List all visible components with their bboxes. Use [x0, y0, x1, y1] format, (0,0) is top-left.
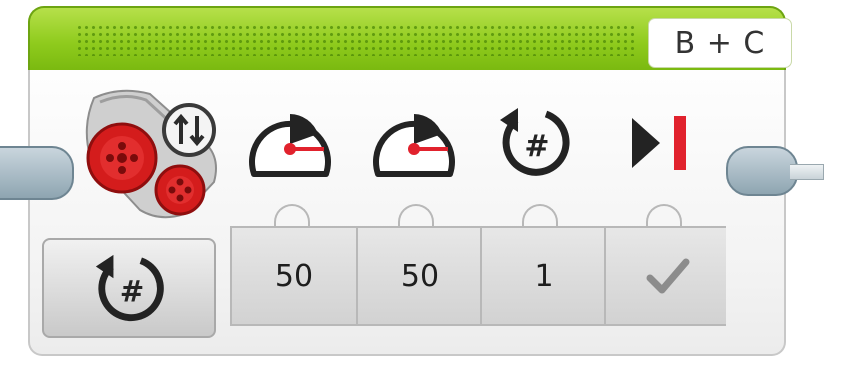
parameter-bar: 50 50 1 — [230, 226, 726, 326]
rotations-icon: # — [95, 254, 164, 322]
svg-text:#: # — [524, 129, 549, 164]
mode-selector-button[interactable]: # — [42, 238, 216, 338]
port-selector[interactable]: B + C — [648, 18, 792, 68]
rotations-input[interactable]: 1 — [480, 228, 606, 324]
rotations-icon: # — [500, 108, 570, 176]
brake-at-end-checkbox[interactable] — [604, 228, 730, 324]
checkmark-icon — [646, 258, 690, 294]
power-left-input[interactable]: 50 — [232, 228, 356, 324]
brake-at-end-icon — [632, 116, 686, 170]
block-header: B + C — [28, 6, 792, 72]
power-left-gauge-icon — [249, 114, 331, 177]
svg-text:#: # — [120, 275, 145, 309]
sequence-wire-stub — [790, 164, 824, 180]
header-texture — [76, 24, 636, 56]
power-right-gauge-icon — [373, 114, 455, 177]
sequence-input-connector[interactable] — [0, 146, 74, 200]
power-right-input[interactable]: 50 — [356, 228, 482, 324]
sliders-icon — [162, 103, 216, 157]
move-tank-block[interactable]: B + C # 50 50 1 # — [0, 0, 842, 366]
sequence-output-connector[interactable] — [726, 146, 798, 196]
